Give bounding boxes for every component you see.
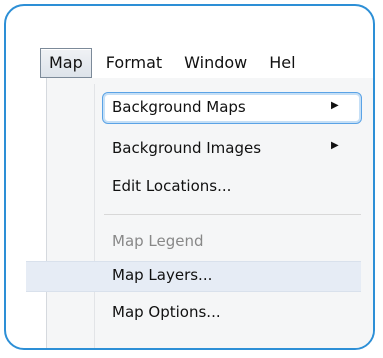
- menu-item-background-images[interactable]: Background Images: [112, 135, 261, 161]
- menu-item-background-maps[interactable]: Background Maps: [112, 94, 246, 120]
- menu-item-edit-locations[interactable]: Edit Locations...: [112, 173, 231, 199]
- screenshot-frame: Map Format Window Hel Background Maps ▶ …: [4, 4, 375, 350]
- menu-separator: [104, 214, 361, 215]
- menu-help[interactable]: Hel: [261, 49, 303, 77]
- menu-format[interactable]: Format: [98, 49, 170, 77]
- menu-map[interactable]: Map: [40, 48, 92, 78]
- menu-item-map-options[interactable]: Map Options...: [112, 299, 221, 325]
- menu-gutter-divider: [94, 84, 95, 348]
- right-triangle-icon: ▶: [331, 100, 339, 111]
- menu-window[interactable]: Window: [176, 49, 255, 77]
- menu-bar: Map Format Window Hel: [40, 48, 373, 78]
- menu-item-map-layers[interactable]: Map Layers...: [112, 262, 212, 288]
- menu-item-map-legend: Map Legend: [112, 232, 204, 250]
- right-triangle-icon: ▶: [331, 140, 339, 151]
